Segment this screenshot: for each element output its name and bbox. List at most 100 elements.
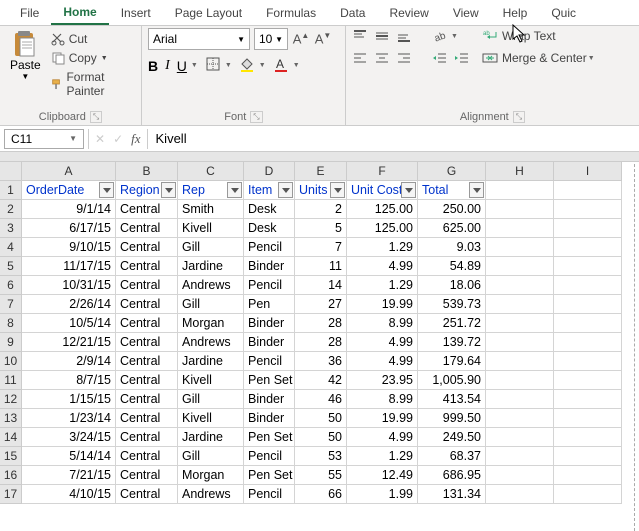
cell[interactable]: Andrews (178, 333, 244, 352)
grow-font-button[interactable]: A▲ (292, 31, 310, 46)
cell[interactable]: Pen (244, 295, 295, 314)
cell[interactable]: Central (116, 409, 178, 428)
cancel-icon[interactable]: ✕ (95, 132, 105, 146)
cell[interactable]: 19.99 (347, 295, 418, 314)
cell[interactable]: 1/15/15 (22, 390, 116, 409)
table-header-total[interactable]: Total (418, 181, 486, 200)
cell-empty[interactable] (486, 485, 554, 504)
cell[interactable]: Jardine (178, 352, 244, 371)
cell[interactable]: 686.95 (418, 466, 486, 485)
cell[interactable]: 23.95 (347, 371, 418, 390)
font-color-button[interactable]: A (273, 56, 289, 75)
font-name-select[interactable]: Arial▼ (148, 28, 250, 50)
col-header-C[interactable]: C (178, 162, 244, 181)
cell[interactable]: Central (116, 333, 178, 352)
filter-icon[interactable] (161, 182, 176, 198)
cell-empty[interactable] (554, 200, 622, 219)
cell[interactable]: 10/31/15 (22, 276, 116, 295)
table-header-region[interactable]: Region (116, 181, 178, 200)
cell[interactable]: Pencil (244, 276, 295, 295)
cell[interactable]: 1.29 (347, 447, 418, 466)
cell[interactable]: 28 (295, 333, 347, 352)
menu-formulas[interactable]: Formulas (254, 2, 328, 24)
cell[interactable]: 4.99 (347, 257, 418, 276)
cell[interactable]: 131.34 (418, 485, 486, 504)
cell[interactable]: Gill (178, 390, 244, 409)
cell-empty[interactable] (554, 485, 622, 504)
cell[interactable]: Gill (178, 295, 244, 314)
cell[interactable]: 42 (295, 371, 347, 390)
cell-empty[interactable] (554, 409, 622, 428)
cell[interactable]: Central (116, 447, 178, 466)
cell-empty[interactable] (486, 238, 554, 257)
font-size-select[interactable]: 10▼ (254, 28, 288, 50)
cell[interactable]: Central (116, 200, 178, 219)
cell[interactable]: Morgan (178, 466, 244, 485)
table-header-item[interactable]: Item (244, 181, 295, 200)
spreadsheet-grid[interactable]: ABCDEFGHI1OrderDateRegionRepItemUnitsUni… (0, 162, 639, 504)
cell-empty[interactable] (486, 314, 554, 333)
cell[interactable]: Kivell (178, 409, 244, 428)
filter-icon[interactable] (330, 182, 345, 198)
cell[interactable]: 54.89 (418, 257, 486, 276)
cell[interactable]: 7/21/15 (22, 466, 116, 485)
cell[interactable]: Binder (244, 333, 295, 352)
cell[interactable]: 6/17/15 (22, 219, 116, 238)
row-header-7[interactable]: 7 (0, 295, 22, 314)
cell[interactable]: Andrews (178, 485, 244, 504)
cell-empty[interactable] (486, 390, 554, 409)
cell[interactable]: 251.72 (418, 314, 486, 333)
shrink-font-button[interactable]: A▼ (314, 31, 332, 46)
cell-empty[interactable] (486, 428, 554, 447)
underline-button[interactable]: U (177, 58, 187, 74)
orientation-button[interactable]: ab (432, 28, 448, 44)
row-header-16[interactable]: 16 (0, 466, 22, 485)
decrease-indent-button[interactable] (432, 50, 448, 66)
cell[interactable]: Andrews (178, 276, 244, 295)
cell-empty[interactable] (486, 333, 554, 352)
cell[interactable]: Central (116, 238, 178, 257)
cell[interactable]: 7 (295, 238, 347, 257)
cell[interactable]: Pencil (244, 447, 295, 466)
cell[interactable]: Desk (244, 219, 295, 238)
row-header-15[interactable]: 15 (0, 447, 22, 466)
cell-empty[interactable] (486, 219, 554, 238)
row-header-4[interactable]: 4 (0, 238, 22, 257)
cell-empty[interactable] (486, 181, 554, 200)
cell[interactable]: 999.50 (418, 409, 486, 428)
cell-empty[interactable] (554, 428, 622, 447)
cell-empty[interactable] (554, 238, 622, 257)
cell-empty[interactable] (554, 295, 622, 314)
menu-review[interactable]: Review (377, 2, 440, 24)
cell[interactable]: Central (116, 276, 178, 295)
cell[interactable]: Jardine (178, 257, 244, 276)
col-header-G[interactable]: G (418, 162, 486, 181)
cell[interactable]: Binder (244, 390, 295, 409)
cell[interactable]: Central (116, 352, 178, 371)
col-header-H[interactable]: H (486, 162, 554, 181)
cell[interactable]: 9.03 (418, 238, 486, 257)
row-header-12[interactable]: 12 (0, 390, 22, 409)
cell[interactable]: Pencil (244, 352, 295, 371)
row-header-13[interactable]: 13 (0, 409, 22, 428)
cell-empty[interactable] (486, 371, 554, 390)
cell[interactable]: 4/10/15 (22, 485, 116, 504)
cell[interactable]: Binder (244, 257, 295, 276)
row-header-11[interactable]: 11 (0, 371, 22, 390)
cell[interactable]: 8.99 (347, 314, 418, 333)
cell[interactable]: 12.49 (347, 466, 418, 485)
cell-empty[interactable] (486, 257, 554, 276)
menu-view[interactable]: View (441, 2, 491, 24)
menu-insert[interactable]: Insert (109, 2, 163, 24)
align-left-button[interactable] (352, 50, 368, 66)
cell[interactable]: 55 (295, 466, 347, 485)
row-header-8[interactable]: 8 (0, 314, 22, 333)
cell[interactable]: 14 (295, 276, 347, 295)
cell[interactable]: 53 (295, 447, 347, 466)
cell[interactable]: 3/24/15 (22, 428, 116, 447)
cell[interactable]: Pen Set (244, 428, 295, 447)
cell-empty[interactable] (554, 447, 622, 466)
cell[interactable]: 125.00 (347, 219, 418, 238)
wrap-text-button[interactable]: ab Wrap Text (482, 28, 595, 44)
filter-icon[interactable] (401, 182, 416, 198)
